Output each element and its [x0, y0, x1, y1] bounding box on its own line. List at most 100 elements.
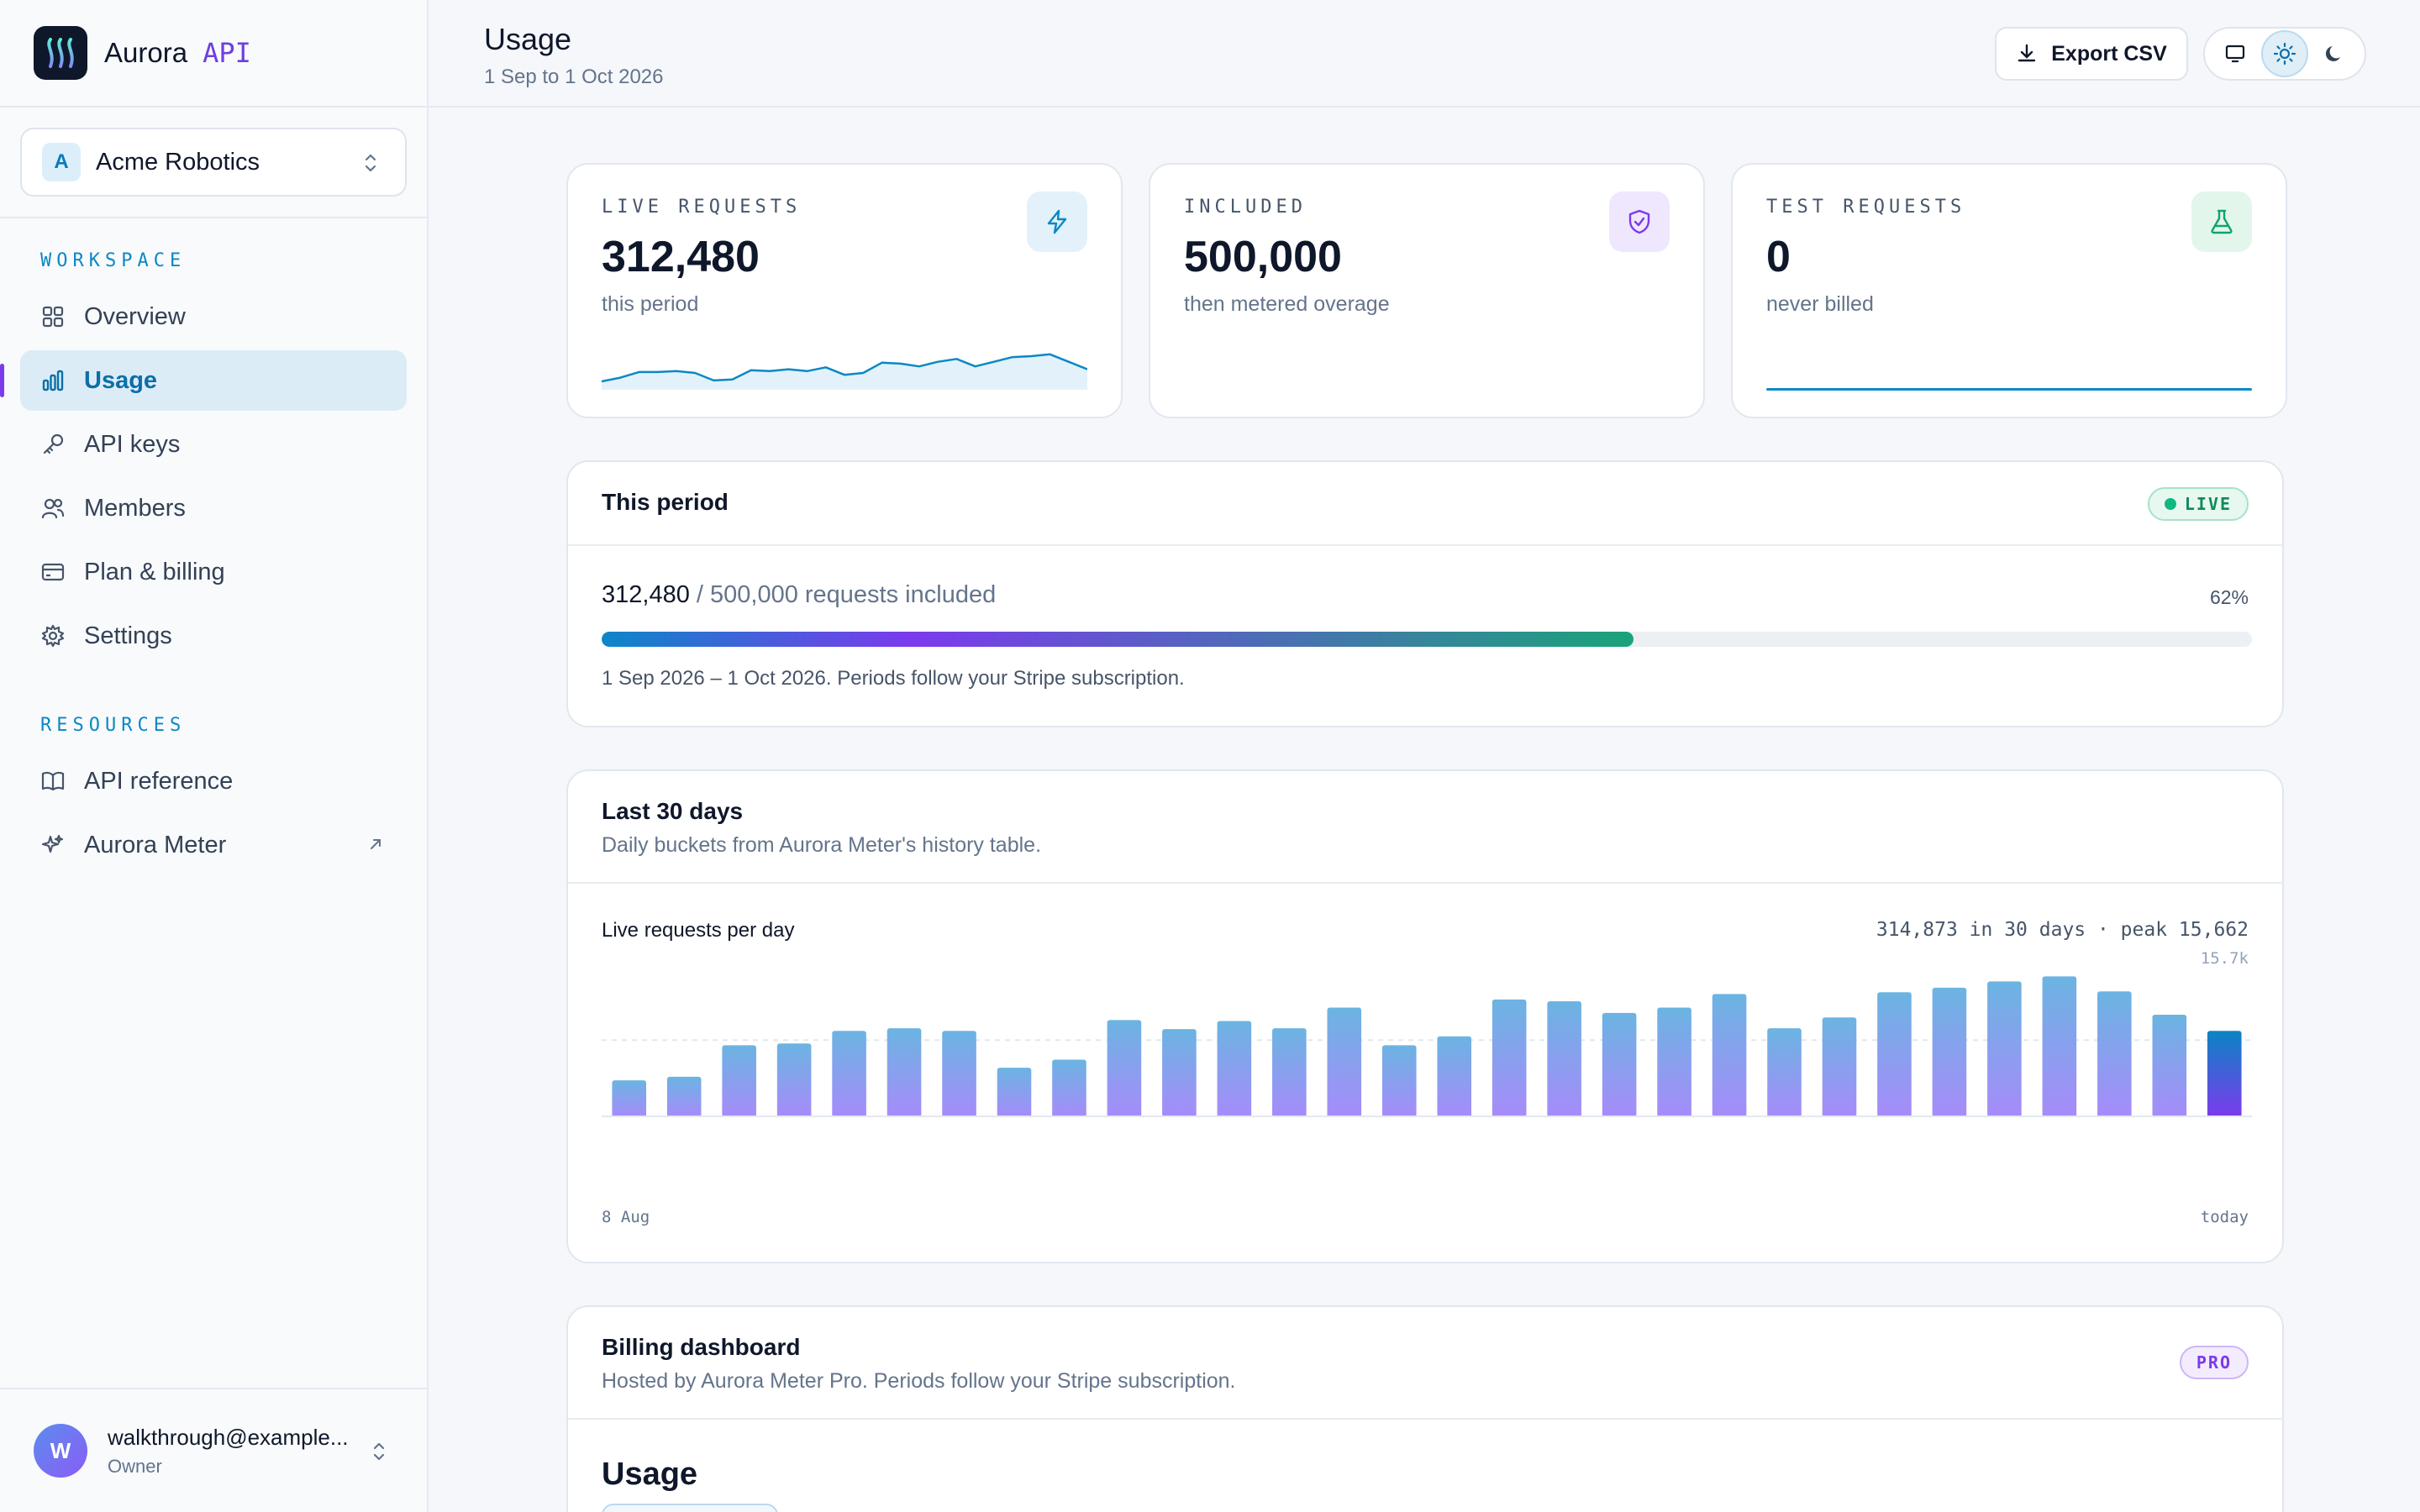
- chart-bar[interactable]: [1272, 1028, 1307, 1117]
- chart-bar[interactable]: [1932, 987, 1967, 1117]
- chart-bar[interactable]: [2097, 991, 2132, 1117]
- billing-dashboard-card: Billing dashboard Hosted by Aurora Meter…: [566, 1305, 2284, 1512]
- stat-value: 312,480: [602, 233, 760, 281]
- chart-bar[interactable]: [1657, 1007, 1691, 1117]
- brand-name: Aurora: [104, 37, 188, 68]
- chart-bar[interactable]: [1327, 1007, 1362, 1117]
- sidebar-item-api-reference[interactable]: API reference: [20, 751, 407, 811]
- billing-tab-pill[interactable]: [602, 1504, 778, 1512]
- download-icon: [2018, 44, 2036, 62]
- chart-bar[interactable]: [2152, 1015, 2187, 1117]
- chart-bar[interactable]: [1987, 981, 2022, 1117]
- chart-bar[interactable]: [1547, 1000, 1581, 1117]
- topbar: Usage 1 Sep to 1 Oct 2026 Export CSV: [429, 0, 2420, 108]
- external-link-icon: [371, 839, 381, 849]
- chevron-up-down-icon: [365, 154, 376, 172]
- live-dot-icon: [2164, 498, 2176, 510]
- chart-label: Live requests per day: [602, 919, 795, 942]
- sparkle-icon: [40, 832, 66, 858]
- chart-bar[interactable]: [1767, 1028, 1802, 1117]
- active-indicator: [0, 364, 4, 397]
- period-usage-line: 312,480 / 500,000 requests included: [602, 581, 996, 609]
- stat-card-test-requests: TEST REQUESTS 0 never billed: [1731, 163, 2287, 418]
- x-axis-start-label: 8 Aug: [602, 1208, 650, 1226]
- stat-sub: never billed: [1766, 292, 1874, 316]
- theme-system-button[interactable]: [2212, 30, 2259, 77]
- chart-bar[interactable]: [1712, 994, 1747, 1117]
- resources-section-label: RESOURCES: [40, 715, 187, 736]
- sidebar-item-usage[interactable]: Usage: [0, 350, 407, 411]
- chart-bar[interactable]: [2207, 1031, 2242, 1117]
- theme-dark-button[interactable]: [2311, 30, 2358, 77]
- stat-label: TEST REQUESTS: [1766, 197, 1966, 218]
- key-icon: [40, 432, 66, 457]
- chart-bar[interactable]: [1162, 1029, 1197, 1117]
- credit-card-icon: [40, 559, 66, 585]
- avatar: W: [34, 1424, 87, 1478]
- moon-icon: [2326, 46, 2341, 61]
- sidebar: Aurora API A Acme Robotics WORKSPACE Ove…: [0, 0, 429, 1512]
- workspace-section-label: WORKSPACE: [40, 250, 187, 271]
- sidebar-item-api-keys[interactable]: API keys: [20, 414, 407, 475]
- chart-bar[interactable]: [1822, 1017, 1857, 1117]
- sidebar-item-label: Settings: [84, 622, 172, 649]
- export-csv-button[interactable]: Export CSV: [1995, 27, 2188, 81]
- sidebar-item-members[interactable]: Members: [20, 478, 407, 538]
- org-switcher[interactable]: A Acme Robotics: [20, 128, 407, 197]
- chart-max-label: 15.7k: [2200, 949, 2249, 968]
- chart-bar[interactable]: [722, 1045, 756, 1117]
- stat-label: LIVE REQUESTS: [602, 197, 802, 218]
- chart-bar[interactable]: [612, 1080, 647, 1117]
- chart-bar[interactable]: [1437, 1036, 1472, 1117]
- chart-bar[interactable]: [886, 1028, 922, 1117]
- shield-check-icon: [1609, 192, 1670, 252]
- chart-bar[interactable]: [1107, 1020, 1142, 1117]
- chart-bar[interactable]: [2042, 976, 2077, 1117]
- flask-icon: [2191, 192, 2252, 252]
- sidebar-item-label: API reference: [84, 767, 234, 795]
- theme-toggle[interactable]: [2203, 27, 2366, 81]
- brand[interactable]: Aurora API: [0, 0, 427, 108]
- book-icon: [40, 769, 66, 794]
- panel-desc: Daily buckets from Aurora Meter's histor…: [602, 833, 1042, 857]
- sidebar-item-label: API keys: [84, 430, 181, 458]
- live-requests-sparkline: [602, 353, 1087, 390]
- chart-bar[interactable]: [776, 1043, 812, 1117]
- chart-bar[interactable]: [1491, 999, 1527, 1117]
- sidebar-item-settings[interactable]: Settings: [20, 606, 407, 666]
- sidebar-item-overview[interactable]: Overview: [20, 286, 407, 347]
- panel-desc: Hosted by Aurora Meter Pro. Periods foll…: [602, 1369, 1236, 1393]
- stat-card-live-requests: LIVE REQUESTS 312,480 this period: [566, 163, 1123, 418]
- gear-icon: [40, 623, 66, 648]
- badge-label: PRO: [2196, 1352, 2232, 1373]
- user-menu[interactable]: W walkthrough@example... Owner: [0, 1388, 427, 1512]
- stat-value: 500,000: [1184, 233, 1342, 281]
- chart-bar[interactable]: [666, 1076, 702, 1117]
- chart-bar[interactable]: [997, 1068, 1032, 1117]
- chart-bar[interactable]: [1877, 992, 1912, 1117]
- chart-bar[interactable]: [1217, 1021, 1252, 1117]
- usage-progress-fill: [602, 632, 1634, 647]
- chart-bar[interactable]: [942, 1031, 976, 1117]
- monitor-icon: [2225, 45, 2244, 63]
- theme-light-button[interactable]: [2260, 30, 2308, 77]
- sidebar-item-aurora-meter[interactable]: Aurora Meter: [20, 815, 407, 875]
- stat-card-included: INCLUDED 500,000 then metered overage: [1149, 163, 1705, 418]
- user-role: Owner: [108, 1455, 162, 1477]
- chart-bar[interactable]: [1381, 1045, 1417, 1117]
- stat-sub: then metered overage: [1184, 292, 1390, 316]
- chart-bar[interactable]: [832, 1031, 866, 1117]
- sidebar-item-plan-billing[interactable]: Plan & billing: [20, 542, 407, 602]
- panel-title: Billing dashboard: [602, 1334, 801, 1360]
- grid-icon: [40, 304, 66, 329]
- sidebar-item-label: Aurora Meter: [84, 831, 227, 858]
- brand-suffix: API: [203, 37, 251, 69]
- bolt-icon: [1027, 192, 1087, 252]
- page-subtitle: 1 Sep to 1 Oct 2026: [484, 66, 664, 88]
- users-icon: [40, 496, 66, 521]
- chart-bar[interactable]: [1602, 1012, 1637, 1117]
- chart-bar[interactable]: [1052, 1059, 1086, 1117]
- sidebar-item-label: Plan & billing: [84, 558, 225, 585]
- page-title: Usage: [484, 22, 572, 56]
- live-badge: LIVE: [2147, 487, 2249, 521]
